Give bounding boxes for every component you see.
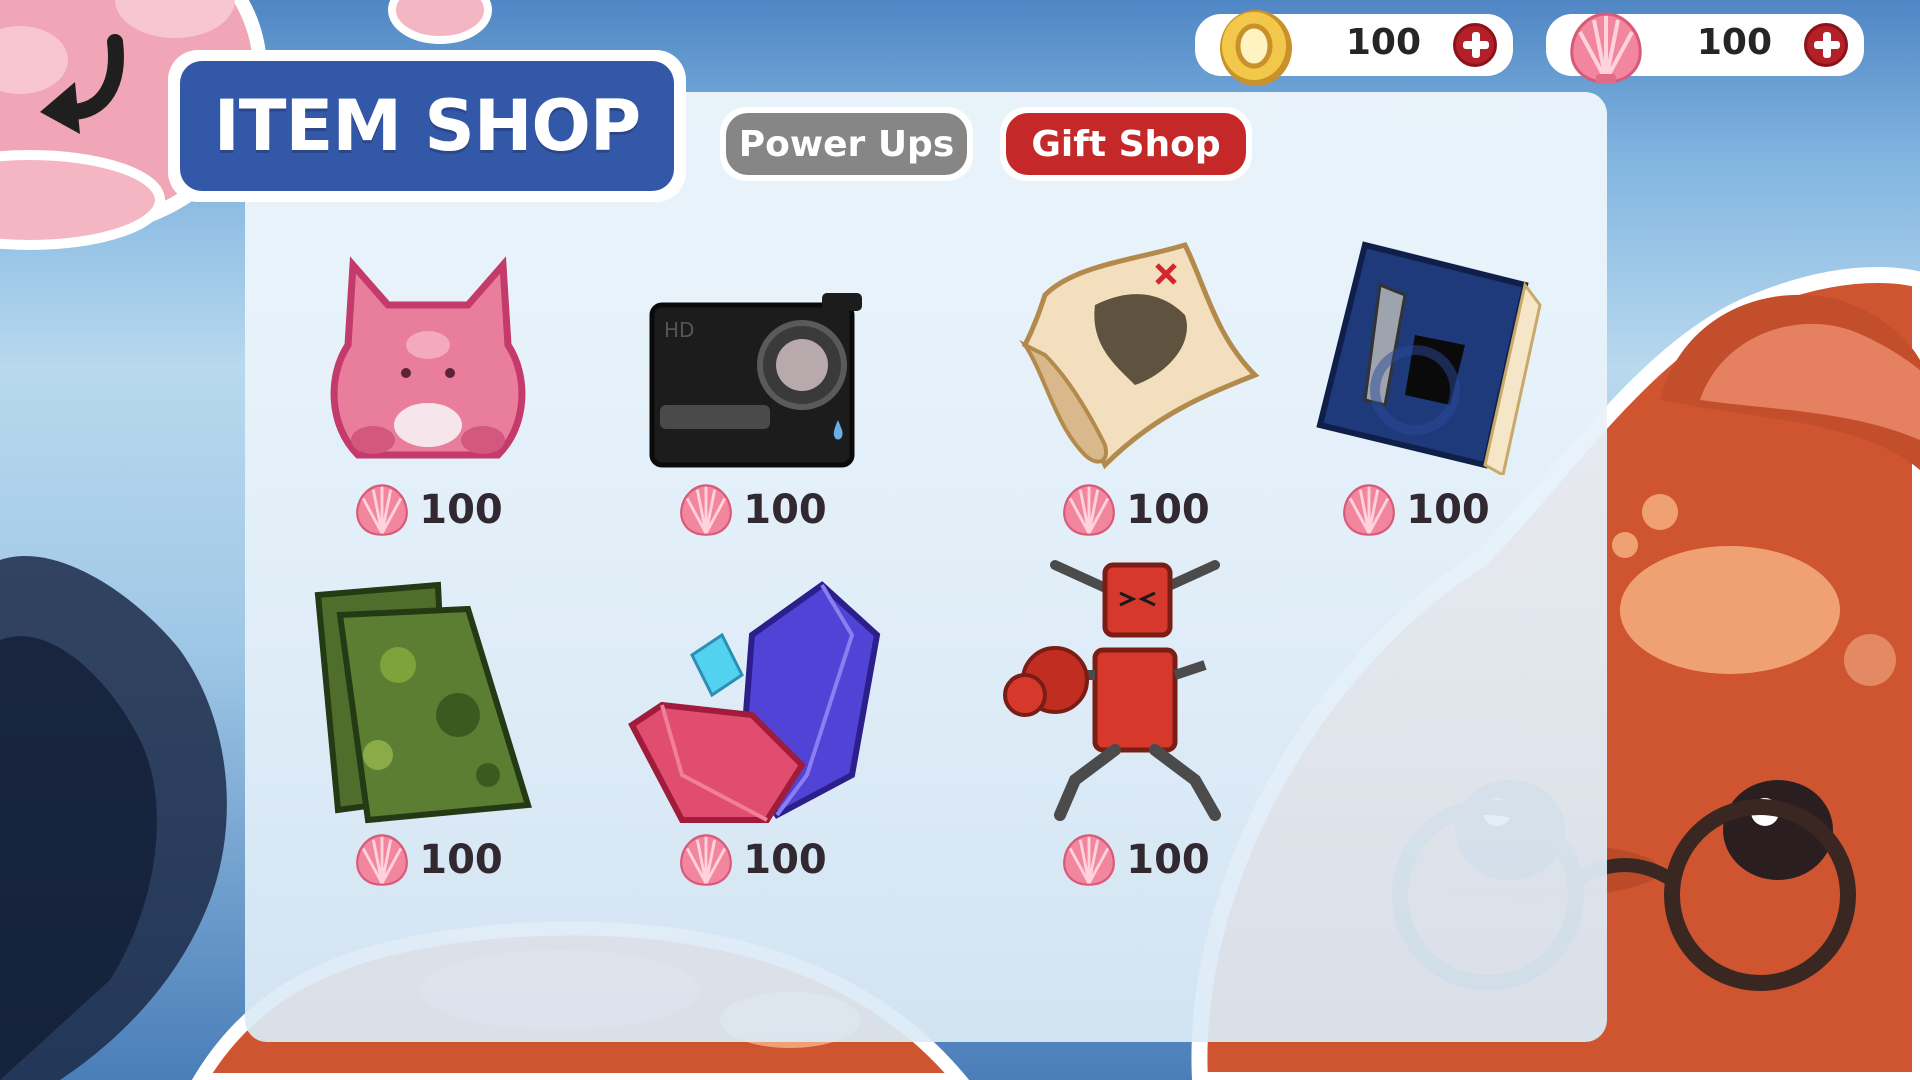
- shop-item[interactable]: 100: [985, 555, 1285, 886]
- item-price: 100: [985, 475, 1285, 545]
- item-price-value: 100: [1406, 487, 1490, 533]
- item-price-value: 100: [419, 837, 503, 883]
- seashell-icon: [680, 484, 733, 536]
- shop-item[interactable]: 100: [985, 225, 1285, 555]
- item-price: 100: [278, 475, 578, 545]
- item-price: 100: [602, 475, 902, 545]
- coin-amount: 100: [1345, 22, 1421, 63]
- item-price-value: 100: [419, 487, 503, 533]
- shop-title-inner: ITEM SHOP: [180, 61, 674, 191]
- crystals-icon: [628, 581, 881, 823]
- item-price-value: 100: [1126, 837, 1210, 883]
- item-price: 100: [278, 825, 578, 895]
- shell-amount: 100: [1696, 22, 1772, 63]
- shop-item[interactable]: 100: [278, 575, 578, 905]
- seashell-icon: [1063, 484, 1116, 536]
- svg-text:HD: HD: [664, 318, 694, 342]
- tab-power-ups[interactable]: Power Ups: [720, 107, 973, 181]
- tab-power-ups-label: Power Ups: [726, 113, 967, 175]
- treasure-map-icon: [1019, 242, 1260, 470]
- hd-camera-icon: HD: [649, 293, 862, 468]
- tab-gift-shop[interactable]: Gift Shop: [1000, 107, 1252, 181]
- shell-counter: 100: [1546, 12, 1864, 84]
- item-price-value: 100: [1126, 487, 1210, 533]
- blue-book-icon: [1316, 241, 1542, 475]
- item-price-value: 100: [743, 487, 827, 533]
- shop-item[interactable]: 100: [278, 225, 578, 555]
- coin-counter: 100: [1195, 10, 1513, 86]
- seashell-icon: [1570, 12, 1642, 84]
- item-price: 100: [1265, 475, 1565, 545]
- add-coins-button[interactable]: [1453, 23, 1497, 67]
- shop-item[interactable]: 100: [1265, 225, 1565, 555]
- tab-gift-shop-label: Gift Shop: [1006, 113, 1246, 175]
- back-button[interactable]: [20, 22, 140, 142]
- page-title: ITEM SHOP: [213, 85, 641, 167]
- item-price: 100: [602, 825, 902, 895]
- seashell-icon: [356, 484, 409, 536]
- shop-item[interactable]: 100: [602, 575, 902, 905]
- seashell-icon: [680, 834, 733, 886]
- seashell-icon: [1343, 484, 1396, 536]
- pink-cat-plush-icon: [330, 256, 526, 459]
- seaweed-sheets-icon: [314, 581, 532, 824]
- add-shells-button[interactable]: [1804, 23, 1848, 67]
- boxing-robot-icon: [1003, 560, 1221, 821]
- gold-coin-icon: [1220, 10, 1292, 86]
- seashell-icon: [356, 834, 409, 886]
- shop-item[interactable]: HD 100: [602, 225, 902, 555]
- item-price: 100: [985, 825, 1285, 895]
- seashell-icon: [1063, 834, 1116, 886]
- item-price-value: 100: [743, 837, 827, 883]
- shop-title-banner: ITEM SHOP: [168, 50, 686, 202]
